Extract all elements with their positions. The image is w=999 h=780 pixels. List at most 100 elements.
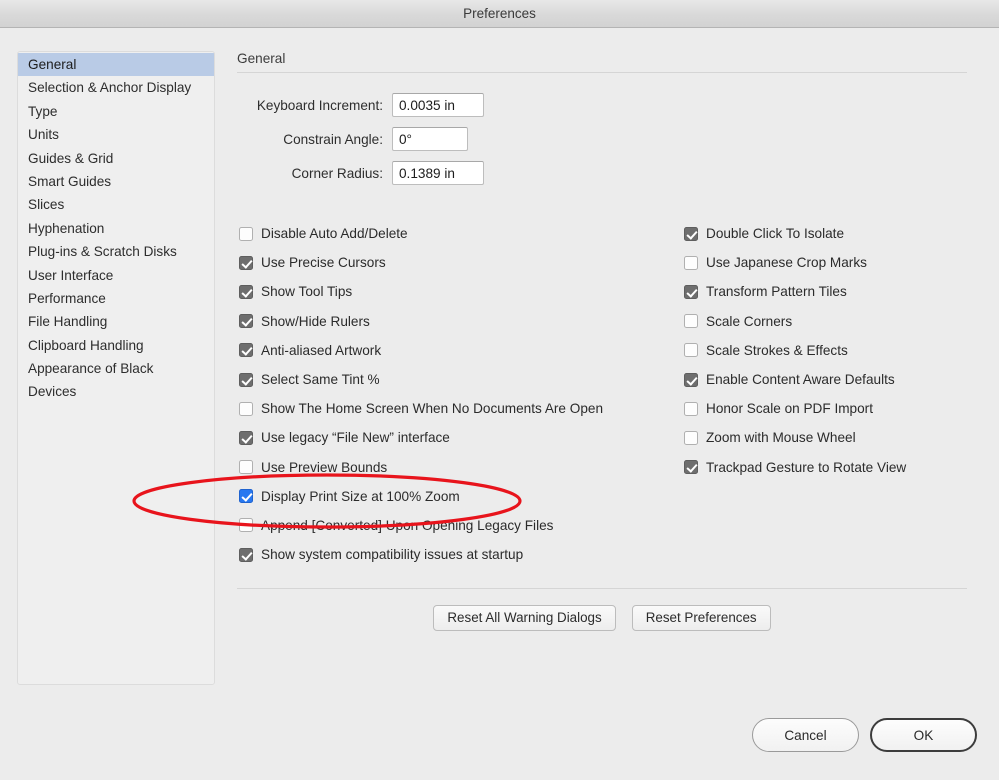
checkbox-row[interactable]: Scale Strokes & Effects — [684, 336, 967, 365]
field-row: Constrain Angle: — [237, 127, 967, 151]
reset-preferences-button[interactable]: Reset Preferences — [631, 605, 771, 631]
checkbox-unchecked-icon[interactable] — [684, 343, 698, 358]
checkbox-checked-icon[interactable] — [684, 284, 698, 299]
checkbox-checked-icon[interactable] — [239, 430, 253, 445]
corner-radius-input[interactable] — [392, 161, 484, 185]
reset-buttons-group: Reset All Warning Dialogs Reset Preferenc… — [237, 605, 967, 631]
checkbox-label: Use legacy “File New” interface — [261, 430, 450, 446]
field-label: Constrain Angle: — [283, 131, 383, 147]
checkbox-row[interactable]: Select Same Tint % — [239, 365, 679, 394]
sidebar-item-guides-grid[interactable]: Guides & Grid — [18, 147, 214, 170]
checkbox-checked-icon[interactable] — [684, 226, 698, 241]
checkbox-row[interactable]: Show The Home Screen When No Documents A… — [239, 394, 679, 423]
checkbox-row[interactable]: Append [Converted] Upon Opening Legacy F… — [239, 511, 679, 540]
checkbox-label: Disable Auto Add/Delete — [261, 226, 408, 242]
sidebar-item-devices[interactable]: Devices — [18, 380, 214, 403]
page-title: General — [237, 51, 286, 66]
checkbox-row[interactable]: Show/Hide Rulers — [239, 307, 679, 336]
reset-all-warning-dialogs-button[interactable]: Reset All Warning Dialogs — [433, 605, 616, 631]
checkbox-row[interactable]: Use legacy “File New” interface — [239, 423, 679, 452]
sidebar-item-user-interface[interactable]: User Interface — [18, 264, 214, 287]
checkbox-label: Scale Strokes & Effects — [706, 342, 848, 358]
checkbox-unchecked-icon[interactable] — [684, 314, 698, 329]
sidebar-item-general[interactable]: General — [18, 53, 214, 77]
checkbox-checked-icon[interactable] — [239, 547, 253, 562]
checkbox-label: Zoom with Mouse Wheel — [706, 430, 856, 446]
checkbox-label: Use Precise Cursors — [261, 255, 386, 271]
checkbox-label: Append [Converted] Upon Opening Legacy F… — [261, 517, 554, 533]
checkbox-checked-icon[interactable] — [239, 489, 253, 504]
field-label: Keyboard Increment: — [256, 97, 383, 113]
checkbox-row[interactable]: Scale Corners — [684, 307, 967, 336]
checkbox-row[interactable]: Enable Content Aware Defaults — [684, 365, 967, 394]
checkbox-unchecked-icon[interactable] — [684, 430, 698, 445]
checkbox-label: Use Japanese Crop Marks — [706, 255, 867, 271]
sidebar-item-units[interactable]: Units — [18, 123, 214, 146]
checkbox-checked-icon[interactable] — [239, 343, 253, 358]
cancel-button[interactable]: Cancel — [752, 718, 859, 752]
sidebar-item-hyphenation[interactable]: Hyphenation — [18, 217, 214, 240]
checkbox-label: Scale Corners — [706, 313, 793, 329]
checkbox-row[interactable]: Disable Auto Add/Delete — [239, 219, 679, 248]
checkbox-row[interactable]: Honor Scale on PDF Import — [684, 394, 967, 423]
checkbox-label: Show/Hide Rulers — [261, 313, 370, 329]
checkbox-checked-icon[interactable] — [239, 255, 253, 270]
options-column-right: Double Click To Isolate Use Japanese Crop… — [684, 219, 967, 482]
checkbox-checked-icon[interactable] — [684, 460, 698, 475]
sidebar-item-selection-anchor-display[interactable]: Selection & Anchor Display — [18, 76, 214, 99]
sidebar-item-appearance-of-black[interactable]: Appearance of Black — [18, 357, 214, 380]
checkbox-label: Show The Home Screen When No Documents A… — [261, 401, 604, 417]
field-row: Keyboard Increment: — [237, 93, 967, 117]
checkbox-label: Double Click To Isolate — [706, 226, 845, 242]
keyboard-increment-input[interactable] — [392, 93, 484, 117]
sidebar-item-clipboard-handling[interactable]: Clipboard Handling — [18, 334, 214, 357]
dialog-footer: Cancel OK — [752, 718, 977, 752]
checkbox-checked-icon[interactable] — [684, 372, 698, 387]
sidebar-item-performance[interactable]: Performance — [18, 287, 214, 310]
checkbox-label: Enable Content Aware Defaults — [706, 372, 895, 388]
checkbox-unchecked-icon[interactable] — [684, 255, 698, 270]
sidebar-item-slices[interactable]: Slices — [18, 193, 214, 216]
preferences-category-list[interactable]: General Selection & Anchor Display Type Uni… — [17, 51, 215, 685]
field-label: Corner Radius: — [291, 165, 383, 181]
checkbox-row[interactable]: Trackpad Gesture to Rotate View — [684, 453, 967, 482]
checkbox-row[interactable]: Use Preview Bounds — [239, 453, 679, 482]
checkbox-unchecked-icon[interactable] — [239, 460, 253, 475]
checkbox-checked-icon[interactable] — [239, 372, 253, 387]
options-column-left: Disable Auto Add/Delete Use Precise Curso… — [239, 219, 679, 569]
checkbox-checked-icon[interactable] — [239, 314, 253, 329]
ok-button[interactable]: OK — [870, 718, 977, 752]
sidebar-item-type[interactable]: Type — [18, 100, 214, 123]
checkbox-row[interactable]: Transform Pattern Tiles — [684, 277, 967, 306]
checkbox-label: Select Same Tint % — [261, 372, 380, 388]
checkbox-row[interactable]: Show system compatibility issues at star… — [239, 540, 679, 569]
checkbox-row[interactable]: Display Print Size at 100% Zoom — [239, 482, 679, 511]
reset-divider — [237, 588, 967, 589]
checkbox-label: Use Preview Bounds — [261, 459, 388, 475]
checkbox-row[interactable]: Use Japanese Crop Marks — [684, 248, 967, 277]
title-divider — [237, 72, 967, 73]
checkbox-label: Show Tool Tips — [261, 284, 353, 300]
checkbox-unchecked-icon[interactable] — [239, 401, 253, 416]
checkbox-row[interactable]: Zoom with Mouse Wheel — [684, 423, 967, 452]
checkbox-row[interactable]: Anti-aliased Artwork — [239, 336, 679, 365]
checkbox-label: Display Print Size at 100% Zoom — [261, 488, 460, 504]
window-title: Preferences — [463, 6, 536, 21]
checkbox-unchecked-icon[interactable] — [239, 226, 253, 241]
checkbox-label: Honor Scale on PDF Import — [706, 401, 873, 417]
constrain-angle-input[interactable] — [392, 127, 468, 151]
checkbox-row[interactable]: Use Precise Cursors — [239, 248, 679, 277]
checkbox-label: Transform Pattern Tiles — [706, 284, 847, 300]
numeric-fields-group: Keyboard Increment: Constrain Angle: Corne… — [237, 93, 967, 185]
checkbox-label: Trackpad Gesture to Rotate View — [706, 459, 907, 475]
checkbox-row[interactable]: Show Tool Tips — [239, 277, 679, 306]
checkbox-checked-icon[interactable] — [239, 284, 253, 299]
sidebar-item-smart-guides[interactable]: Smart Guides — [18, 170, 214, 193]
checkbox-label: Show system compatibility issues at star… — [261, 547, 524, 563]
sidebar-item-file-handling[interactable]: File Handling — [18, 310, 214, 333]
sidebar-item-plug-ins-scratch-disks[interactable]: Plug-ins & Scratch Disks — [18, 240, 214, 263]
checkbox-row[interactable]: Double Click To Isolate — [684, 219, 967, 248]
window-titlebar: Preferences — [0, 0, 999, 28]
checkbox-unchecked-icon[interactable] — [239, 518, 253, 533]
checkbox-unchecked-icon[interactable] — [684, 401, 698, 416]
